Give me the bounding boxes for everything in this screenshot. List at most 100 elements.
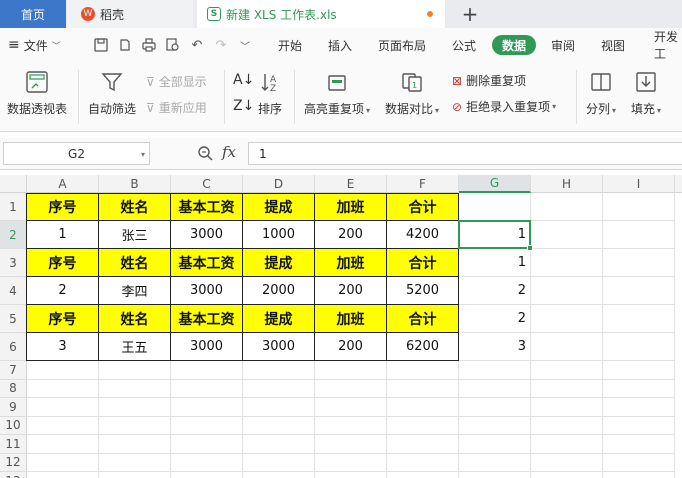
cell-e13[interactable] (315, 472, 387, 478)
cell-h7[interactable] (531, 361, 603, 380)
cell-g13[interactable] (459, 472, 531, 478)
table-header-cell[interactable]: 提成 (243, 305, 315, 333)
cell-g6[interactable]: 3 (459, 333, 531, 361)
cell-e11[interactable] (315, 435, 387, 454)
cell-h3[interactable] (531, 249, 603, 277)
export-icon[interactable] (116, 36, 134, 54)
table-data-cell[interactable]: 4200 (387, 221, 459, 249)
table-header-cell[interactable]: 序号 (27, 193, 99, 221)
table-header-cell[interactable]: 序号 (27, 249, 99, 277)
table-data-cell[interactable]: 2 (27, 277, 99, 305)
table-data-cell[interactable]: 200 (315, 277, 387, 305)
table-data-cell[interactable]: 3000 (171, 277, 243, 305)
table-header-cell[interactable]: 加班 (315, 193, 387, 221)
cell-g5[interactable]: 2 (459, 305, 531, 333)
cell-g2[interactable]: 1 (459, 221, 531, 249)
save-icon[interactable] (92, 36, 110, 54)
cell-h12[interactable] (531, 453, 603, 472)
cell-d12[interactable] (243, 453, 315, 472)
cell-i4[interactable] (603, 277, 675, 305)
cell-g7[interactable] (459, 361, 531, 380)
cell-c11[interactable] (171, 435, 243, 454)
more-chevron-icon[interactable]: ﹀ (236, 36, 254, 54)
cell-e12[interactable] (315, 453, 387, 472)
table-data-cell[interactable]: 李四 (99, 277, 171, 305)
cell-c13[interactable] (171, 472, 243, 478)
print-preview-icon[interactable] (164, 36, 182, 54)
table-data-cell[interactable]: 张三 (99, 221, 171, 249)
row-header-1[interactable]: 1 (0, 193, 27, 221)
cell-b12[interactable] (99, 453, 171, 472)
cell-i3[interactable] (603, 249, 675, 277)
column-header-b[interactable]: B (99, 175, 171, 193)
column-header-h[interactable]: H (531, 175, 603, 193)
row-header-11[interactable]: 11 (0, 435, 27, 454)
cell-g11[interactable] (459, 435, 531, 454)
cell-a7[interactable] (27, 361, 99, 380)
cell-g3[interactable]: 1 (459, 249, 531, 277)
cell-h1[interactable] (531, 193, 603, 221)
cell-b9[interactable] (99, 398, 171, 417)
row-header-3[interactable]: 3 (0, 249, 27, 277)
row-header-10[interactable]: 10 (0, 416, 27, 435)
menu-tab-start[interactable]: 开始 (278, 35, 302, 55)
cell-e8[interactable] (315, 379, 387, 398)
cell-d13[interactable] (243, 472, 315, 478)
cell-h10[interactable] (531, 416, 603, 435)
table-header-cell[interactable]: 基本工资 (171, 249, 243, 277)
cell-i5[interactable] (603, 305, 675, 333)
cell-h5[interactable] (531, 305, 603, 333)
sort-ascending-button[interactable]: A↓ (233, 72, 254, 88)
table-data-cell[interactable]: 王五 (99, 333, 171, 361)
split-column-button[interactable]: 分列 ▾ (586, 70, 616, 117)
spreadsheet-file-tab[interactable]: S 新建 XLS 工作表.xls (197, 0, 445, 28)
table-header-cell[interactable]: 姓名 (99, 249, 171, 277)
cell-i6[interactable] (603, 333, 675, 361)
table-data-cell[interactable]: 3 (27, 333, 99, 361)
table-header-cell[interactable]: 姓名 (99, 193, 171, 221)
cell-g9[interactable] (459, 398, 531, 417)
cell-h2[interactable] (531, 221, 603, 249)
cell-h6[interactable] (531, 333, 603, 361)
cell-b7[interactable] (99, 361, 171, 380)
cell-i8[interactable] (603, 379, 675, 398)
cell-a12[interactable] (27, 453, 99, 472)
cell-f7[interactable] (387, 361, 459, 380)
cell-d7[interactable] (243, 361, 315, 380)
cell-d9[interactable] (243, 398, 315, 417)
table-data-cell[interactable]: 2000 (243, 277, 315, 305)
cell-d10[interactable] (243, 416, 315, 435)
row-header-4[interactable]: 4 (0, 277, 27, 305)
column-header-f[interactable]: F (387, 175, 459, 193)
sort-button[interactable]: AZ 排序 (258, 70, 282, 117)
row-header-5[interactable]: 5 (0, 305, 27, 333)
zoom-icon[interactable] (197, 145, 213, 165)
cell-h11[interactable] (531, 435, 603, 454)
row-header-6[interactable]: 6 (0, 333, 27, 361)
cell-f12[interactable] (387, 453, 459, 472)
cell-i1[interactable] (603, 193, 675, 221)
row-header-2[interactable]: 2 (0, 221, 27, 249)
cell-i7[interactable] (603, 361, 675, 380)
auto-filter-button[interactable]: 自动筛选 (88, 70, 136, 117)
cell-a11[interactable] (27, 435, 99, 454)
cell-i13[interactable] (603, 472, 675, 478)
table-data-cell[interactable]: 200 (315, 221, 387, 249)
table-header-cell[interactable]: 基本工资 (171, 305, 243, 333)
cell-b8[interactable] (99, 379, 171, 398)
cell-g8[interactable] (459, 379, 531, 398)
table-header-cell[interactable]: 加班 (315, 305, 387, 333)
column-header-a[interactable]: A (27, 175, 99, 193)
row-header-13[interactable]: 13 (0, 472, 27, 478)
reapply-button[interactable]: ⊽ 重新应用 (146, 99, 207, 116)
cell-g12[interactable] (459, 453, 531, 472)
fill-button[interactable]: 填充 ▾ (631, 70, 661, 117)
column-header-i[interactable]: I (603, 175, 675, 193)
row-header-9[interactable]: 9 (0, 398, 27, 417)
cell-a8[interactable] (27, 379, 99, 398)
cell-d8[interactable] (243, 379, 315, 398)
table-data-cell[interactable]: 3000 (171, 221, 243, 249)
remove-duplicates-button[interactable]: ⊠ 删除重复项 (452, 72, 526, 89)
table-data-cell[interactable]: 6200 (387, 333, 459, 361)
table-data-cell[interactable]: 3000 (171, 333, 243, 361)
